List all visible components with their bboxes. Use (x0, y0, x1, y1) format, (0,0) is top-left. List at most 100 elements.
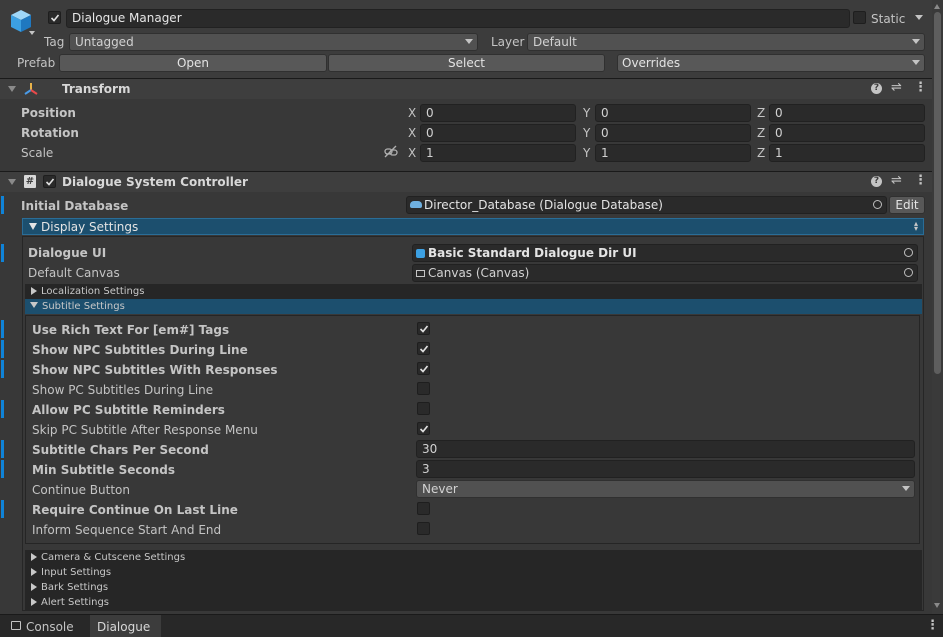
camera-cutscene-settings-label: Camera & Cutscene Settings (41, 552, 186, 563)
modified-indicator-bar (1, 244, 4, 262)
bark-settings-foldout[interactable]: Bark Settings (25, 580, 922, 595)
object-picker-icon[interactable] (873, 200, 882, 209)
display-settings-foldout[interactable]: Display Settings ▴ ▾ (22, 218, 924, 235)
min-subtitle-seconds-field[interactable]: 3 (416, 460, 915, 478)
show-npc-with-responses-checkbox[interactable] (417, 362, 430, 375)
constrain-proportions-link-icon[interactable] (384, 145, 398, 159)
position-y-field[interactable]: 0 (595, 104, 751, 122)
modified-indicator-bar (1, 500, 4, 518)
kebab-menu-icon[interactable]: ⋮ (914, 80, 927, 95)
tab-dialogue[interactable]: Dialogue (90, 615, 161, 637)
dialogue-ui-field[interactable]: Basic Standard Dialogue Dir UI (412, 244, 918, 262)
chars-per-second-label: Subtitle Chars Per Second (32, 443, 209, 457)
vertical-scrollbar[interactable] (932, 0, 943, 614)
rotation-z-field[interactable]: 0 (769, 124, 925, 142)
continue-button-dropdown[interactable]: Never (416, 480, 915, 498)
prefab-open-button[interactable]: Open (59, 54, 327, 72)
scale-y-field[interactable]: 1 (595, 144, 751, 162)
initial-database-field[interactable]: Director_Database (Dialogue Database) (406, 196, 887, 214)
show-npc-during-line-checkbox[interactable] (417, 342, 430, 355)
modified-indicator-bar (1, 196, 4, 214)
show-pc-during-line-checkbox[interactable] (417, 382, 430, 395)
axis-y-label: Y (583, 106, 591, 120)
subtitle-row-label: Show PC Subtitles During Line (32, 383, 214, 397)
scrollbar-thumb[interactable] (934, 12, 941, 374)
help-icon[interactable]: ? (871, 83, 882, 94)
foldout-arrow-icon[interactable] (8, 86, 16, 92)
continue-button-label: Continue Button (32, 483, 130, 497)
initial-database-value: Director_Database (Dialogue Database) (424, 198, 663, 212)
edit-button[interactable]: Edit (889, 196, 925, 214)
modified-indicator-bar (1, 440, 4, 458)
scroll-down-arrow-icon[interactable] (934, 603, 940, 608)
rotation-label: Rotation (21, 126, 79, 140)
transform-title: Transform (62, 82, 131, 96)
position-z-field[interactable]: 0 (769, 104, 925, 122)
axis-x-label: X (408, 146, 417, 160)
preset-sliders-icon[interactable]: ⇌ (891, 80, 902, 95)
scroll-up-arrow-icon[interactable] (934, 4, 940, 9)
icon-dropdown-arrow-icon[interactable] (29, 31, 35, 35)
controller-title: Dialogue System Controller (62, 175, 248, 189)
overrides-label: Overrides (622, 56, 681, 70)
collapsed-arrow-icon (31, 583, 37, 591)
default-canvas-field[interactable]: Canvas (Canvas) (412, 264, 918, 282)
object-name-field[interactable]: Dialogue Manager (66, 9, 850, 28)
scale-z-field[interactable]: 1 (769, 144, 925, 162)
console-icon (11, 621, 21, 630)
tab-dialogue-label: Dialogue (97, 620, 151, 634)
min-subtitle-seconds-label: Min Subtitle Seconds (32, 463, 175, 477)
chars-per-second-field[interactable]: 30 (416, 440, 915, 458)
kebab-menu-icon[interactable]: ⋮ (926, 618, 939, 633)
help-icon[interactable]: ? (871, 176, 882, 187)
subtitle-settings-foldout[interactable]: Subtitle Settings (25, 299, 922, 314)
dialogue-ui-value: Basic Standard Dialogue Dir UI (428, 246, 637, 260)
tag-dropdown[interactable]: Untagged (69, 33, 478, 51)
inform-sequence-checkbox[interactable] (417, 522, 430, 535)
kebab-menu-icon[interactable]: ⋮ (914, 173, 927, 188)
axis-z-label: Z (757, 146, 766, 160)
controller-enabled-checkbox[interactable] (43, 175, 56, 188)
prefab-select-button[interactable]: Select (328, 54, 605, 72)
collapsed-arrow-icon (31, 598, 37, 606)
static-label: Static (871, 12, 906, 26)
layer-value: Default (533, 35, 577, 49)
prefab-overrides-dropdown[interactable]: Overrides (617, 54, 925, 72)
default-canvas-value: Canvas (Canvas) (428, 266, 530, 280)
require-continue-checkbox[interactable] (417, 502, 430, 515)
alert-settings-foldout[interactable]: Alert Settings (25, 595, 922, 610)
static-dropdown-arrow-icon[interactable] (915, 15, 923, 20)
object-picker-icon[interactable] (904, 268, 913, 277)
transform-header[interactable]: Transform ? ⇌ ⋮ (0, 78, 932, 99)
localization-settings-foldout[interactable]: Localization Settings (25, 284, 922, 299)
camera-cutscene-settings-foldout[interactable]: Camera & Cutscene Settings (25, 550, 922, 565)
rotation-x-field[interactable]: 0 (420, 124, 576, 142)
skip-pc-subtitle-checkbox[interactable] (417, 422, 430, 435)
controller-header[interactable]: # Dialogue System Controller ? ⇌ ⋮ (0, 171, 932, 192)
foldout-arrow-icon[interactable] (8, 179, 16, 185)
bottom-tab-bar: Console Dialogue ⋮ (0, 614, 943, 637)
axis-y-label: Y (583, 146, 591, 160)
modified-indicator-bar (1, 460, 4, 478)
reorder-arrows-icon[interactable]: ▴ ▾ (914, 220, 918, 233)
active-checkbox[interactable] (48, 11, 61, 24)
modified-indicator-bar (1, 400, 4, 418)
bark-settings-label: Bark Settings (41, 582, 109, 593)
tab-console[interactable]: Console (0, 615, 88, 637)
input-settings-foldout[interactable]: Input Settings (25, 565, 922, 580)
object-picker-icon[interactable] (904, 248, 913, 257)
layer-dropdown[interactable]: Default (527, 33, 925, 51)
allow-pc-reminders-checkbox[interactable] (417, 402, 430, 415)
default-canvas-label: Default Canvas (28, 266, 120, 280)
rotation-y-field[interactable]: 0 (595, 124, 751, 142)
scale-x-field[interactable]: 1 (420, 144, 576, 162)
position-x-field[interactable]: 0 (420, 104, 576, 122)
localization-settings-label: Localization Settings (41, 286, 145, 297)
use-rich-text-checkbox[interactable] (417, 322, 430, 335)
axis-x-label: X (408, 106, 417, 120)
collapsed-arrow-icon (31, 553, 37, 561)
static-checkbox[interactable] (853, 11, 866, 24)
preset-sliders-icon[interactable]: ⇌ (891, 173, 902, 188)
axis-z-label: Z (757, 106, 766, 120)
transform-axis-icon (24, 82, 38, 96)
